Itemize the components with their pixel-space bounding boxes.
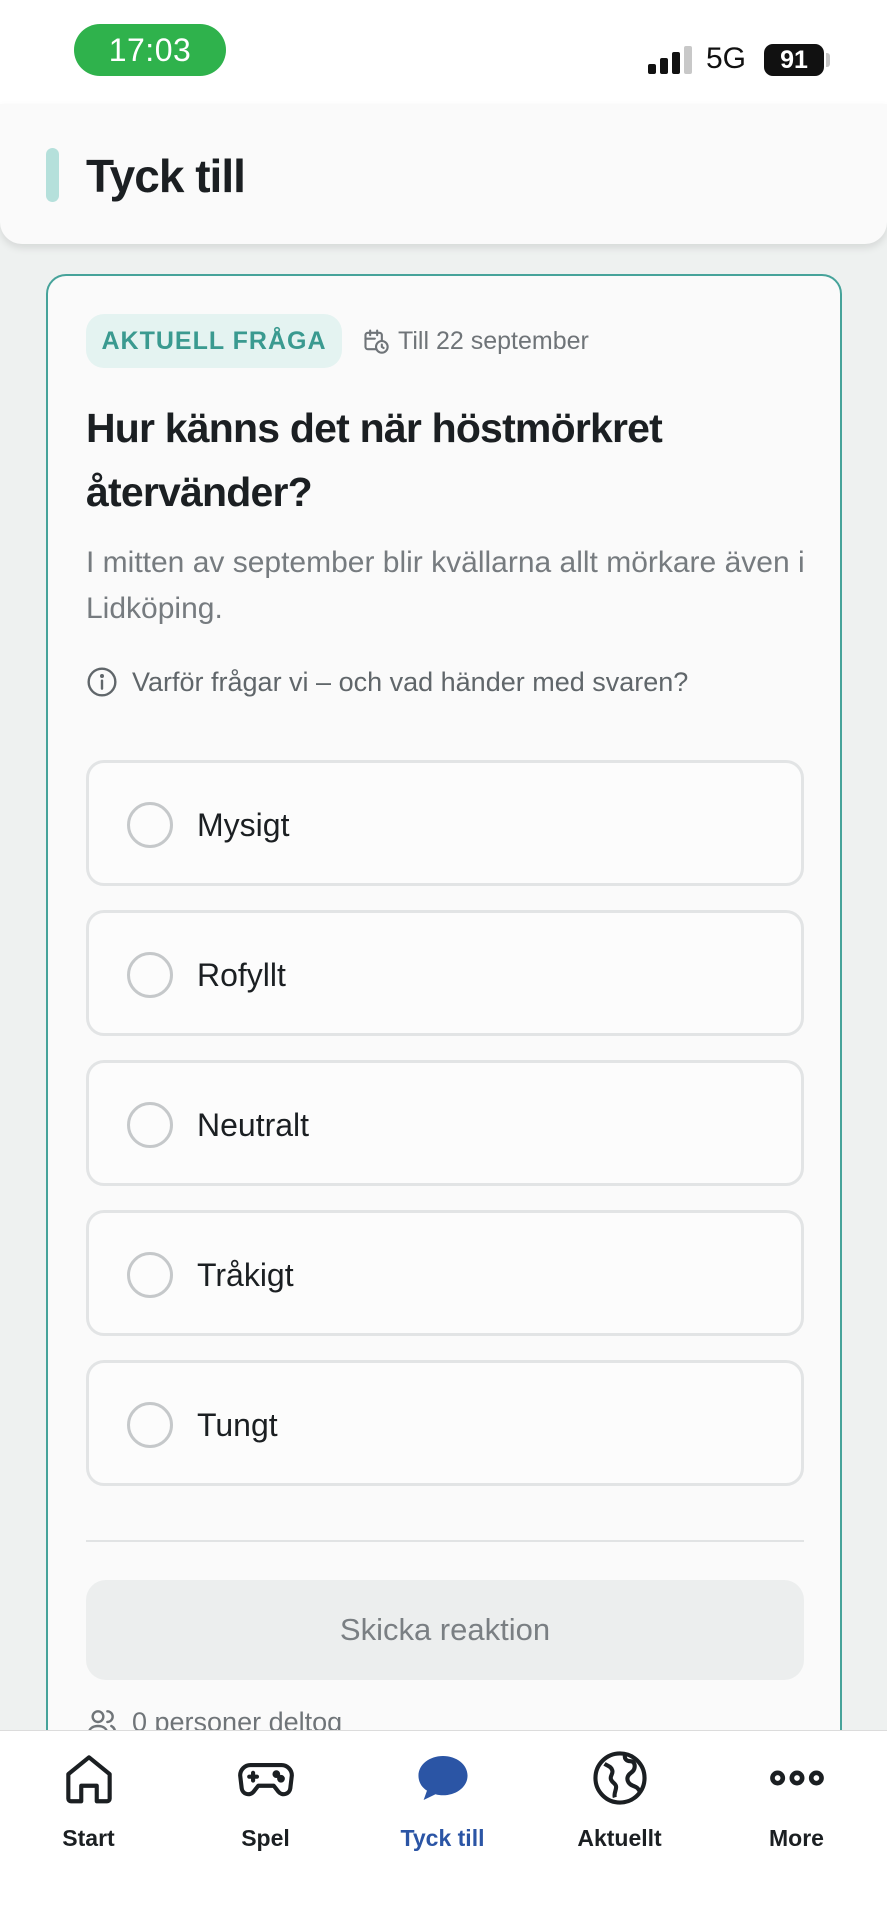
more-dots-icon bbox=[770, 1770, 824, 1786]
radio-button[interactable] bbox=[127, 1402, 173, 1448]
current-question-badge: AKTUELL FRÅGA bbox=[86, 314, 342, 368]
battery-tip bbox=[826, 53, 830, 67]
tab-label: Spel bbox=[241, 1825, 290, 1851]
option-label: Tråkigt bbox=[197, 1257, 294, 1293]
battery-icon: 91 bbox=[764, 44, 824, 76]
page-header: Tyck till bbox=[0, 104, 887, 244]
radio-button[interactable] bbox=[127, 1102, 173, 1148]
tab-label: Tyck till bbox=[400, 1825, 485, 1851]
tab-tyck-till[interactable]: Tyck till bbox=[354, 1731, 531, 1861]
deadline: Till 22 september bbox=[362, 324, 589, 358]
option-label: Tungt bbox=[197, 1407, 278, 1443]
tab-start[interactable]: Start bbox=[0, 1731, 177, 1861]
network-type: 5G bbox=[706, 42, 747, 75]
tab-label: Aktuellt bbox=[577, 1825, 662, 1851]
question-card: AKTUELL FRÅGA Till 22 september Hur känn… bbox=[46, 274, 842, 1920]
calendar-clock-icon bbox=[364, 329, 389, 354]
page-title: Tyck till bbox=[86, 150, 246, 202]
tab-more[interactable]: More bbox=[708, 1731, 885, 1861]
option-neutralt[interactable]: Neutralt bbox=[86, 1060, 804, 1186]
option-trakigt[interactable]: Tråkigt bbox=[86, 1210, 804, 1336]
tab-label: Start bbox=[62, 1825, 115, 1851]
info-link-text[interactable]: Varför frågar vi – och vad händer med sv… bbox=[132, 667, 688, 698]
divider bbox=[86, 1540, 804, 1542]
info-icon bbox=[87, 667, 117, 697]
option-label: Mysigt bbox=[197, 807, 290, 843]
option-rofyllt[interactable]: Rofyllt bbox=[86, 910, 804, 1036]
tab-bar: Start Spel Tyck till Aktuellt More bbox=[0, 1730, 887, 1920]
question-description: I mitten av september blir kvällarna all… bbox=[86, 546, 805, 625]
header-accent bbox=[46, 148, 59, 202]
speech-bubble-icon bbox=[418, 1756, 468, 1800]
option-label: Rofyllt bbox=[197, 957, 286, 993]
option-tungt[interactable]: Tungt bbox=[86, 1360, 804, 1486]
option-label: Neutralt bbox=[197, 1107, 310, 1143]
tab-label: More bbox=[769, 1825, 824, 1851]
radio-button[interactable] bbox=[127, 952, 173, 998]
submit-button[interactable]: Skicka reaktion bbox=[86, 1580, 804, 1680]
radio-button[interactable] bbox=[127, 1252, 173, 1298]
option-mysigt[interactable]: Mysigt bbox=[86, 760, 804, 886]
home-icon bbox=[66, 1755, 112, 1804]
gamepad-icon bbox=[238, 1763, 294, 1797]
deadline-text: Till 22 september bbox=[398, 326, 589, 355]
status-time: 17:03 bbox=[74, 24, 226, 76]
radio-button[interactable] bbox=[127, 802, 173, 848]
signal-icon bbox=[648, 44, 694, 74]
globe-icon bbox=[593, 1751, 647, 1805]
status-bar: 17:03 5G 91 bbox=[0, 0, 887, 104]
info-link[interactable]: Varför frågar vi – och vad händer med sv… bbox=[86, 666, 688, 698]
question-title: Hur känns det när höstmörkret återvänder… bbox=[86, 405, 663, 515]
tab-aktuellt[interactable]: Aktuellt bbox=[531, 1731, 708, 1861]
tab-spel[interactable]: Spel bbox=[177, 1731, 354, 1861]
